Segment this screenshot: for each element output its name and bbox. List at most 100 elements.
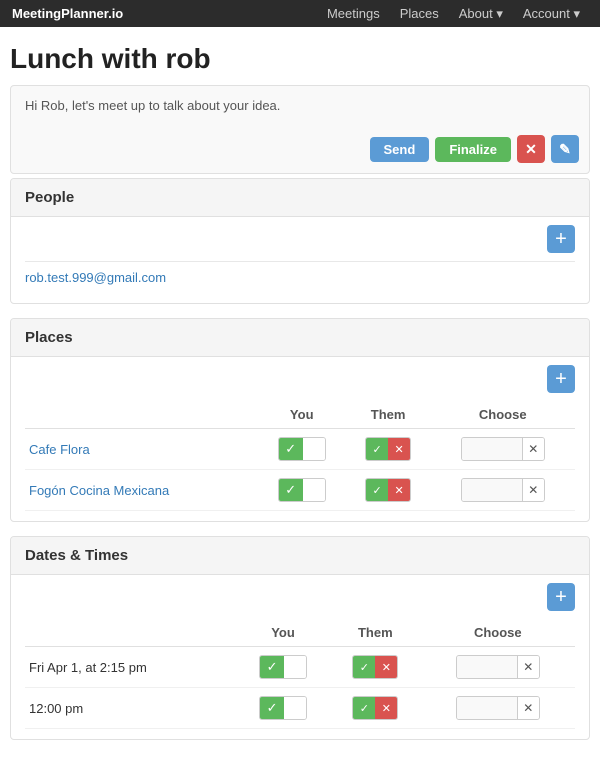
- col-you: You: [236, 619, 330, 647]
- choose-widget[interactable]: ✕: [461, 437, 545, 461]
- message-box: Hi Rob, let's meet up to talk about your…: [10, 85, 590, 174]
- vote-yes-icon: ✓: [279, 438, 303, 460]
- place-name-cell: Cafe Flora: [25, 429, 258, 470]
- places-body: You Them Choose Cafe Flora ✓: [11, 401, 589, 521]
- them-no-icon: ✕: [388, 438, 410, 460]
- choose-input[interactable]: [462, 479, 522, 501]
- them-vote-cell: ✓ ✕: [346, 470, 431, 511]
- dates-body: You Them Choose Fri Apr 1, at 2:15 pm ✓: [11, 619, 589, 739]
- dates-add-button[interactable]: +: [547, 583, 575, 611]
- places-table: You Them Choose Cafe Flora ✓: [25, 401, 575, 511]
- choose-clear-button[interactable]: ✕: [517, 656, 539, 678]
- col-name: [25, 401, 258, 429]
- dates-section: Dates & Times + You Them Choose Fri Apr …: [10, 536, 590, 740]
- dates-add-row: +: [11, 575, 589, 619]
- choose-clear-button[interactable]: ✕: [517, 697, 539, 719]
- choose-cell: ✕: [430, 429, 575, 470]
- place-link[interactable]: Cafe Flora: [29, 442, 90, 457]
- choose-clear-button[interactable]: ✕: [522, 438, 544, 460]
- dates-label: Dates & Times: [25, 547, 128, 564]
- choose-input[interactable]: [462, 438, 522, 460]
- place-name-cell: Fogón Cocina Mexicana: [25, 470, 258, 511]
- vote-no-icon: [284, 697, 306, 719]
- them-yes-icon: ✓: [353, 656, 375, 678]
- col-name: [25, 619, 236, 647]
- col-choose: Choose: [421, 619, 575, 647]
- send-button[interactable]: Send: [370, 137, 430, 162]
- navbar-links: Meetings Places About Account: [319, 2, 588, 26]
- table-row: Fri Apr 1, at 2:15 pm ✓ ✓ ✕: [25, 647, 575, 688]
- delete-button[interactable]: ✕: [517, 135, 545, 163]
- you-vote-widget[interactable]: ✓: [259, 696, 307, 720]
- dates-header-row: You Them Choose: [25, 619, 575, 647]
- places-header: Places: [11, 319, 589, 357]
- vote-yes-icon: ✓: [279, 479, 303, 501]
- people-add-row: +: [11, 217, 589, 261]
- them-no-icon: ✕: [375, 697, 397, 719]
- choose-cell: ✕: [430, 470, 575, 511]
- choose-widget[interactable]: ✕: [456, 696, 540, 720]
- email-value: rob.test.999@gmail.com: [25, 270, 166, 285]
- them-yes-icon: ✓: [366, 479, 388, 501]
- pencil-icon: ✎: [559, 141, 571, 158]
- you-vote-cell: ✓: [258, 429, 346, 470]
- people-add-button[interactable]: +: [547, 225, 575, 253]
- page-title: Lunch with rob: [10, 27, 590, 85]
- them-vote-cell: ✓ ✕: [330, 647, 421, 688]
- places-label: Places: [25, 329, 73, 346]
- them-yes-icon: ✓: [366, 438, 388, 460]
- col-them: Them: [330, 619, 421, 647]
- place-link[interactable]: Fogón Cocina Mexicana: [29, 483, 169, 498]
- you-vote-cell: ✓: [258, 470, 346, 511]
- edit-button[interactable]: ✎: [551, 135, 579, 163]
- choose-widget[interactable]: ✕: [456, 655, 540, 679]
- cross-icon: ✕: [525, 141, 537, 158]
- dates-table: You Them Choose Fri Apr 1, at 2:15 pm ✓: [25, 619, 575, 729]
- choose-clear-button[interactable]: ✕: [522, 479, 544, 501]
- list-item: rob.test.999@gmail.com: [25, 261, 575, 293]
- them-vote-widget[interactable]: ✓ ✕: [352, 655, 398, 679]
- them-no-icon: ✕: [388, 479, 410, 501]
- nav-meetings[interactable]: Meetings: [319, 2, 388, 26]
- table-row: Fogón Cocina Mexicana ✓ ✓ ✕: [25, 470, 575, 511]
- places-add-button[interactable]: +: [547, 365, 575, 393]
- choose-input[interactable]: [457, 697, 517, 719]
- them-vote-widget[interactable]: ✓ ✕: [352, 696, 398, 720]
- table-row: Cafe Flora ✓ ✓ ✕: [25, 429, 575, 470]
- you-vote-widget[interactable]: ✓: [278, 437, 326, 461]
- vote-no-icon: [303, 438, 325, 460]
- vote-yes-icon: ✓: [260, 656, 284, 678]
- nav-account[interactable]: Account: [515, 2, 588, 26]
- vote-no-icon: [284, 656, 306, 678]
- main-content: Lunch with rob Hi Rob, let's meet up to …: [0, 27, 600, 774]
- choose-cell: ✕: [421, 647, 575, 688]
- places-section: Places + You Them Choose Cafe F: [10, 318, 590, 522]
- places-header-row: You Them Choose: [25, 401, 575, 429]
- choose-widget[interactable]: ✕: [461, 478, 545, 502]
- places-add-row: +: [11, 357, 589, 401]
- table-row: 12:00 pm ✓ ✓ ✕: [25, 688, 575, 729]
- them-vote-cell: ✓ ✕: [346, 429, 431, 470]
- nav-places[interactable]: Places: [392, 2, 447, 26]
- them-yes-icon: ✓: [353, 697, 375, 719]
- navbar-brand[interactable]: MeetingPlanner.io: [12, 6, 123, 21]
- choose-cell: ✕: [421, 688, 575, 729]
- you-vote-widget[interactable]: ✓: [278, 478, 326, 502]
- date-name-cell: Fri Apr 1, at 2:15 pm: [25, 647, 236, 688]
- you-vote-widget[interactable]: ✓: [259, 655, 307, 679]
- you-vote-cell: ✓: [236, 647, 330, 688]
- them-vote-widget[interactable]: ✓ ✕: [365, 437, 411, 461]
- people-section: People + rob.test.999@gmail.com: [10, 178, 590, 304]
- you-vote-cell: ✓: [236, 688, 330, 729]
- them-vote-cell: ✓ ✕: [330, 688, 421, 729]
- nav-about[interactable]: About: [451, 2, 511, 26]
- people-header: People: [11, 179, 589, 217]
- them-no-icon: ✕: [375, 656, 397, 678]
- them-vote-widget[interactable]: ✓ ✕: [365, 478, 411, 502]
- people-label: People: [25, 189, 74, 206]
- message-actions: Send Finalize ✕ ✎: [370, 135, 579, 163]
- vote-yes-icon: ✓: [260, 697, 284, 719]
- choose-input[interactable]: [457, 656, 517, 678]
- finalize-button[interactable]: Finalize: [435, 137, 511, 162]
- col-you: You: [258, 401, 346, 429]
